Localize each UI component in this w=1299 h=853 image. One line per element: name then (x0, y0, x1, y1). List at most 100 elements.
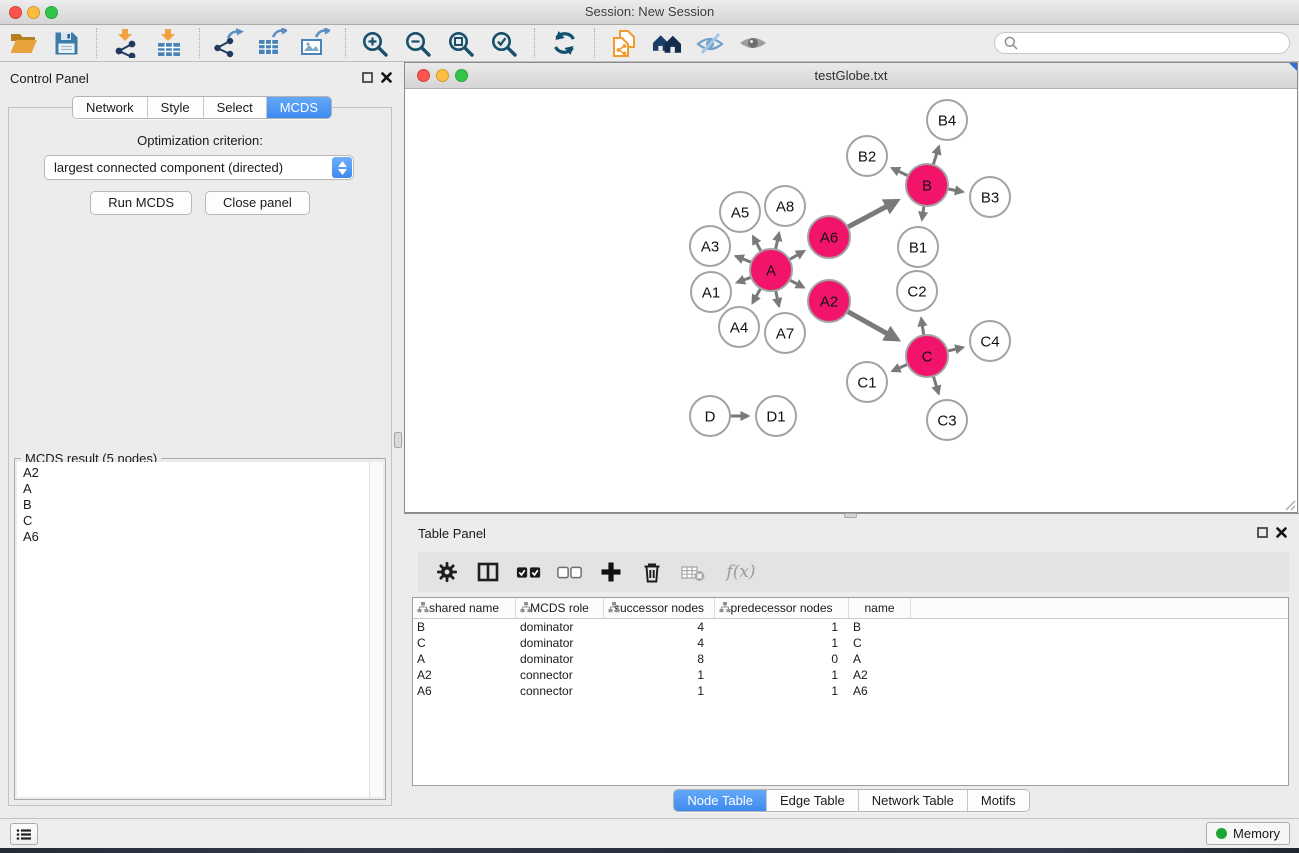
export-image-button[interactable] (300, 28, 330, 58)
tab-edge-table[interactable]: Edge Table (767, 790, 859, 811)
graph-node-B2[interactable]: B2 (847, 136, 887, 176)
table-cell[interactable]: 1 (604, 667, 715, 683)
graph-edge-B-B3[interactable] (948, 189, 963, 192)
close-traffic-light[interactable] (9, 6, 22, 19)
optimization-criterion-dropdown[interactable]: largest connected component (directed) (44, 155, 354, 180)
column-header-predecessor-nodes[interactable]: predecessor nodes (715, 598, 849, 618)
network-window-titlebar[interactable]: testGlobe.txt (405, 63, 1297, 89)
graph-node-A1[interactable]: A1 (691, 272, 731, 312)
table-cell[interactable]: A (413, 651, 516, 667)
vertical-divider-grip[interactable] (394, 432, 402, 448)
graph-node-B[interactable]: B (906, 164, 948, 206)
table-cell[interactable]: connector (516, 683, 604, 699)
column-header-successor-nodes[interactable]: successor nodes (604, 598, 715, 618)
graph-edge-A2-C[interactable] (847, 311, 897, 339)
float-panel-icon[interactable] (362, 72, 373, 83)
delete-column-button[interactable] (639, 559, 665, 585)
mcds-result-item[interactable]: A2 (19, 465, 367, 481)
graph-node-A3[interactable]: A3 (690, 226, 730, 266)
task-history-button[interactable] (10, 823, 38, 845)
function-builder-button[interactable]: f(x) (721, 559, 761, 585)
horizontal-divider-grip[interactable] (844, 513, 857, 518)
tab-network-table[interactable]: Network Table (859, 790, 968, 811)
clone-network-button[interactable] (609, 28, 639, 58)
import-network-button[interactable] (111, 28, 141, 58)
show-selected-button[interactable] (738, 28, 768, 58)
graph-edge-A-A5[interactable] (753, 237, 761, 252)
add-column-button[interactable] (598, 559, 624, 585)
export-network-button[interactable] (214, 28, 244, 58)
export-table-button[interactable] (257, 28, 287, 58)
graph-node-A6[interactable]: A6 (808, 216, 850, 258)
tab-network[interactable]: Network (73, 97, 148, 118)
graph-node-D1[interactable]: D1 (756, 396, 796, 436)
tab-style[interactable]: Style (148, 97, 204, 118)
table-cell[interactable]: dominator (516, 651, 604, 667)
zoom-selected-button[interactable] (489, 28, 519, 58)
tab-node-table[interactable]: Node Table (674, 790, 767, 811)
graph-node-A5[interactable]: A5 (720, 192, 760, 232)
tab-mcds[interactable]: MCDS (267, 97, 331, 118)
table-cell[interactable]: C (849, 635, 911, 651)
table-cell[interactable]: B (849, 619, 911, 635)
table-cell[interactable]: C (413, 635, 516, 651)
table-cell[interactable]: 1 (715, 667, 849, 683)
search-field[interactable] (994, 32, 1290, 54)
graph-node-C[interactable]: C (906, 335, 948, 377)
toggle-columns-button[interactable] (475, 559, 501, 585)
graph-node-B1[interactable]: B1 (898, 227, 938, 267)
float-table-panel-icon[interactable] (1257, 527, 1268, 538)
table-cell[interactable]: 1 (604, 683, 715, 699)
minimize-traffic-light[interactable] (27, 6, 40, 19)
clear-checks-button[interactable] (557, 559, 583, 585)
open-session-button[interactable] (8, 28, 38, 58)
graph-node-A8[interactable]: A8 (765, 186, 805, 226)
save-session-button[interactable] (51, 28, 81, 58)
table-cell[interactable]: dominator (516, 619, 604, 635)
graph-node-A4[interactable]: A4 (719, 307, 759, 347)
table-cell[interactable]: 4 (604, 635, 715, 651)
graph-node-B3[interactable]: B3 (970, 177, 1010, 217)
graph-edge-A-A7[interactable] (776, 291, 779, 306)
result-scrollbar[interactable] (369, 462, 383, 797)
graph-node-C3[interactable]: C3 (927, 400, 967, 440)
graph-svg[interactable]: B4B2BB3A5A8A6B1A3AA1C2A2A4A7C4CC1DD1C3 (405, 89, 1297, 512)
table-cell[interactable]: 4 (604, 619, 715, 635)
tab-motifs[interactable]: Motifs (968, 790, 1029, 811)
graph-node-C1[interactable]: C1 (847, 362, 887, 402)
table-cell[interactable]: 0 (715, 651, 849, 667)
memory-button[interactable]: Memory (1206, 822, 1290, 845)
table-cell[interactable]: dominator (516, 635, 604, 651)
run-mcds-button[interactable]: Run MCDS (90, 191, 192, 215)
graph-edge-A-A8[interactable] (776, 233, 780, 249)
mcds-result-item[interactable]: A (19, 481, 367, 497)
mcds-result-item[interactable]: B (19, 497, 367, 513)
graph-edge-B-B4[interactable] (933, 147, 939, 165)
zoom-out-button[interactable] (403, 28, 433, 58)
table-cell[interactable]: A (849, 651, 911, 667)
graph-edge-A6-B[interactable] (848, 201, 897, 227)
graph-edge-A-A3[interactable] (736, 256, 751, 262)
graph-edge-B-B1[interactable] (922, 206, 924, 220)
graph-edge-C-C3[interactable] (933, 376, 938, 393)
graph-node-A7[interactable]: A7 (765, 313, 805, 353)
delete-table-button[interactable] (680, 559, 706, 585)
close-panel-button[interactable]: Close panel (205, 191, 310, 215)
import-table-button[interactable] (154, 28, 184, 58)
zoom-in-button[interactable] (360, 28, 390, 58)
table-cell[interactable]: A6 (413, 683, 516, 699)
graph-edge-A-A2[interactable] (790, 280, 804, 287)
table-cell[interactable]: connector (516, 667, 604, 683)
home-view-button[interactable] (652, 28, 682, 58)
close-table-panel-icon[interactable] (1276, 527, 1287, 538)
graph-edge-A-A6[interactable] (789, 251, 804, 259)
mcds-result-item[interactable]: A6 (19, 529, 367, 545)
mcds-result-item[interactable]: C (19, 513, 367, 529)
table-cell[interactable]: B (413, 619, 516, 635)
select-all-checks-button[interactable] (516, 559, 542, 585)
graph-edge-A-A4[interactable] (753, 288, 761, 302)
network-canvas[interactable]: B4B2BB3A5A8A6B1A3AA1C2A2A4A7C4CC1DD1C3 (405, 89, 1297, 512)
hide-selected-button[interactable] (695, 28, 725, 58)
graph-node-C2[interactable]: C2 (897, 271, 937, 311)
column-header-MCDS-role[interactable]: MCDS role (516, 598, 604, 618)
